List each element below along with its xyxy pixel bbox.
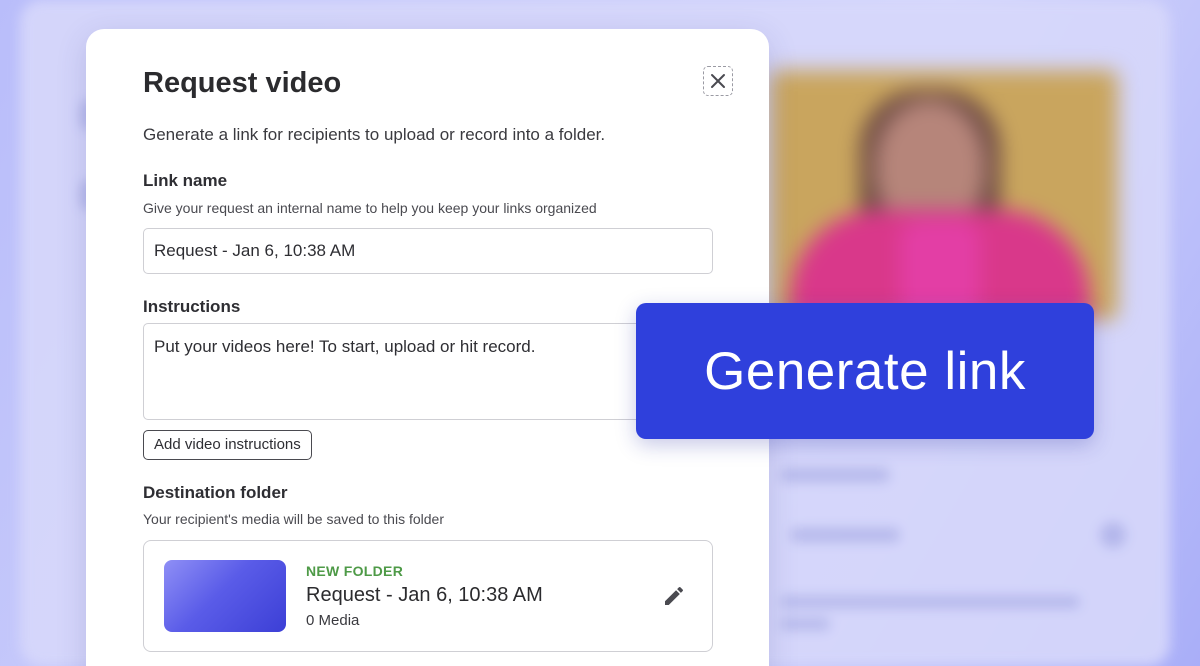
link-name-help: Give your request an internal name to he…: [143, 200, 597, 216]
destination-folder-help: Your recipient's media will be saved to …: [143, 511, 444, 527]
link-name-input[interactable]: Request - Jan 6, 10:38 AM: [143, 228, 713, 274]
edit-folder-button[interactable]: [660, 582, 688, 610]
close-button[interactable]: [703, 66, 733, 96]
generate-link-button[interactable]: Generate link: [636, 303, 1094, 439]
destination-folder-label: Destination folder: [143, 483, 288, 502]
new-folder-tag: NEW FOLDER: [306, 563, 404, 579]
folder-name: Request - Jan 6, 10:38 AM: [306, 584, 543, 606]
background-blur-shape: [780, 468, 890, 482]
folder-thumbnail: [164, 560, 286, 632]
instructions-label: Instructions: [143, 297, 241, 316]
modal-title: Request video: [143, 67, 342, 99]
background-blur-shape: [1100, 522, 1126, 548]
add-video-instructions-button[interactable]: Add video instructions: [143, 430, 312, 460]
background-video-preview: [770, 70, 1118, 320]
background-blur-shape: [780, 618, 830, 630]
link-name-label: Link name: [143, 171, 228, 190]
close-icon: [711, 74, 725, 88]
modal-description: Generate a link for recipients to upload…: [143, 125, 606, 144]
background-blur-shape: [780, 596, 1080, 608]
folder-media-count: 0 Media: [306, 612, 360, 629]
pencil-icon: [665, 586, 684, 605]
background-blur-shape: [790, 528, 900, 542]
instructions-textarea[interactable]: Put your videos here! To start, upload o…: [143, 323, 713, 420]
destination-folder-card[interactable]: NEW FOLDER Request - Jan 6, 10:38 AM 0 M…: [143, 540, 713, 652]
